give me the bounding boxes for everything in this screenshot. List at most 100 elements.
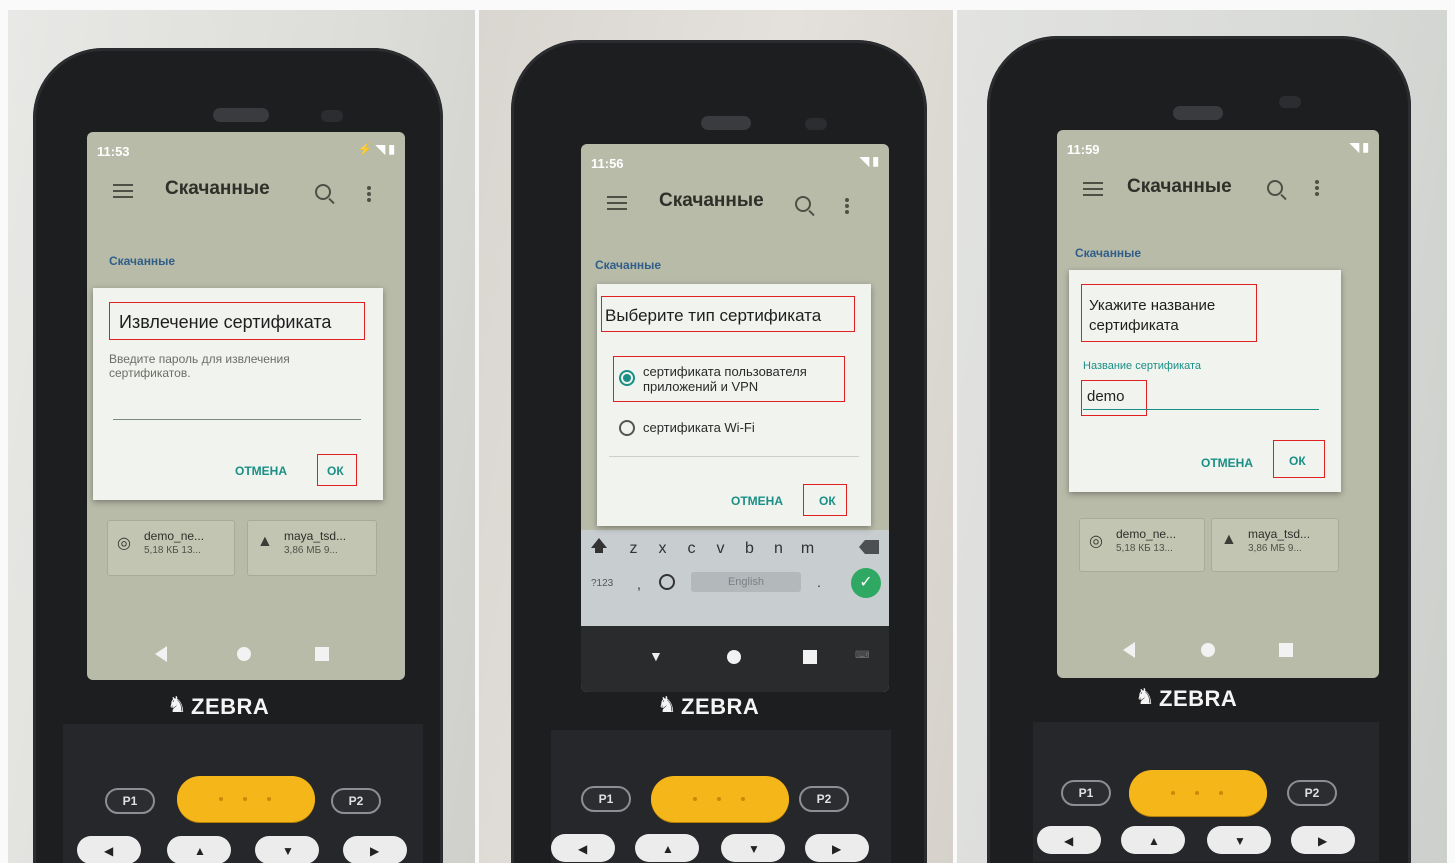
scan-key[interactable] xyxy=(177,776,315,822)
ok-highlight xyxy=(1273,440,1325,478)
key[interactable]: x xyxy=(648,540,677,558)
menu-icon[interactable] xyxy=(1083,182,1103,196)
zebra-device: 11:59 ◥ ▮ Скачанные Скачанные ◎ demo_ne.… xyxy=(987,36,1411,863)
nav-bar: ▼ ⌨ xyxy=(581,626,889,692)
fingerprint-icon: ◎ xyxy=(117,535,131,552)
p1-key[interactable]: P1 xyxy=(1061,780,1111,806)
camera-sensor xyxy=(1279,96,1301,108)
ok-highlight xyxy=(317,454,357,486)
menu-icon[interactable] xyxy=(113,184,133,198)
left-arrow-key[interactable]: ◀ xyxy=(551,834,615,862)
shift-icon[interactable] xyxy=(591,538,607,553)
recents-icon[interactable] xyxy=(803,650,817,664)
left-arrow-key[interactable]: ◀ xyxy=(1037,826,1101,854)
input-highlight xyxy=(1081,380,1147,416)
recents-icon[interactable] xyxy=(315,647,329,661)
camera-sensor xyxy=(321,110,343,122)
file-card[interactable]: ▲ maya_tsd... 3,86 МБ 9... xyxy=(1211,518,1339,572)
comma-key[interactable]: , xyxy=(637,576,641,592)
right-arrow-key[interactable]: ▶ xyxy=(1291,826,1355,854)
password-field[interactable] xyxy=(113,418,361,420)
down-arrow-key[interactable]: ▼ xyxy=(1207,826,1271,854)
key[interactable]: b xyxy=(735,540,764,558)
globe-icon[interactable] xyxy=(659,574,675,590)
home-icon[interactable] xyxy=(237,647,251,661)
zebra-logo: ZEBRA xyxy=(191,694,270,719)
file-name: demo_ne... xyxy=(144,529,205,543)
zebra-head-icon: ♞ xyxy=(167,692,187,717)
file-card[interactable]: ▲ maya_tsd... 3,86 МБ 9... xyxy=(247,520,377,576)
keyboard: zxcvbnm ?123 , English . ✓ xyxy=(581,530,889,626)
cancel-button[interactable]: ОТМЕНА xyxy=(235,464,287,478)
nav-bar xyxy=(1057,630,1379,670)
back-icon[interactable] xyxy=(1123,642,1135,658)
file-card[interactable]: ◎ demo_ne... 5,18 КБ 13... xyxy=(107,520,235,576)
up-arrow-key[interactable]: ▲ xyxy=(167,836,231,863)
app-bar: Скачанные xyxy=(1057,164,1379,214)
more-icon[interactable] xyxy=(845,198,849,214)
key[interactable]: v xyxy=(706,540,735,558)
home-icon[interactable] xyxy=(1201,643,1215,657)
title-highlight xyxy=(109,302,365,340)
p2-key[interactable]: P2 xyxy=(799,786,849,812)
more-icon[interactable] xyxy=(367,186,371,202)
fingerprint-icon: ◎ xyxy=(1089,533,1103,550)
breadcrumb[interactable]: Скачанные xyxy=(1075,246,1141,260)
key[interactable]: m xyxy=(793,540,822,558)
p1-key[interactable]: P1 xyxy=(105,788,155,814)
right-arrow-key[interactable]: ▶ xyxy=(343,836,407,863)
enter-check-icon[interactable]: ✓ xyxy=(851,568,881,598)
space-key[interactable]: English xyxy=(691,572,801,592)
down-arrow-key[interactable]: ▼ xyxy=(721,834,785,862)
file-name: maya_tsd... xyxy=(284,529,347,543)
ok-highlight xyxy=(803,484,847,516)
status-time: 11:59 xyxy=(1067,142,1100,157)
more-icon[interactable] xyxy=(1315,180,1319,196)
cert-type-dialog: Выберите тип сертификата сертификата пол… xyxy=(597,284,871,526)
zebra-logo: ZEBRA xyxy=(681,694,760,719)
scan-key[interactable] xyxy=(651,776,789,822)
num-key[interactable]: ?123 xyxy=(591,578,613,589)
file-card[interactable]: ◎ demo_ne... 5,18 КБ 13... xyxy=(1079,518,1205,572)
zebra-head-icon: ♞ xyxy=(1135,684,1155,709)
menu-icon[interactable] xyxy=(607,196,627,210)
status-time: 11:56 xyxy=(591,156,624,171)
up-arrow-key[interactable]: ▲ xyxy=(635,834,699,862)
breadcrumb[interactable]: Скачанные xyxy=(595,258,661,272)
scan-key[interactable] xyxy=(1129,770,1267,816)
title-highlight xyxy=(601,296,855,332)
file-size: 5,18 КБ 13... xyxy=(144,545,201,556)
recents-icon[interactable] xyxy=(1279,643,1293,657)
key[interactable]: c xyxy=(677,540,706,558)
home-icon[interactable] xyxy=(727,650,741,664)
left-arrow-key[interactable]: ◀ xyxy=(77,836,141,863)
app-bar: Скачанные xyxy=(581,178,889,228)
breadcrumb[interactable]: Скачанные xyxy=(109,254,175,268)
key[interactable]: z xyxy=(619,540,648,558)
file-name: demo_ne... xyxy=(1116,527,1177,541)
cancel-button[interactable]: ОТМЕНА xyxy=(731,494,783,508)
back-icon[interactable] xyxy=(155,646,167,662)
backspace-icon[interactable] xyxy=(859,540,879,554)
zebra-device: 11:53 ⚡ ◥ ▮ Скачанные Скачанные ◎ demo_n… xyxy=(33,48,443,863)
keyboard-switch-icon[interactable]: ⌨ xyxy=(855,650,869,661)
file-name: maya_tsd... xyxy=(1248,527,1311,541)
back-icon[interactable]: ▼ xyxy=(649,648,663,664)
down-arrow-key[interactable]: ▼ xyxy=(255,836,319,863)
right-arrow-key[interactable]: ▶ xyxy=(805,834,869,862)
p1-key[interactable]: P1 xyxy=(581,786,631,812)
zebra-device: 11:56 ◥ ▮ Скачанные Скачанные zxcvbnm ?1… xyxy=(511,40,927,863)
up-arrow-key[interactable]: ▲ xyxy=(1121,826,1185,854)
cancel-button[interactable]: ОТМЕНА xyxy=(1201,456,1253,470)
p2-key[interactable]: P2 xyxy=(331,788,381,814)
period-key[interactable]: . xyxy=(817,574,821,590)
option-wifi-label[interactable]: сертификата Wi-Fi xyxy=(643,420,755,435)
radio-wifi[interactable] xyxy=(619,420,635,436)
p2-key[interactable]: P2 xyxy=(1287,780,1337,806)
search-icon[interactable] xyxy=(1267,180,1283,196)
key[interactable]: n xyxy=(764,540,793,558)
search-icon[interactable] xyxy=(795,196,811,212)
search-icon[interactable] xyxy=(315,184,331,200)
signal-battery-icon: ◥ ▮ xyxy=(1349,140,1369,154)
status-bar: 11:59 ◥ ▮ xyxy=(1057,130,1379,160)
